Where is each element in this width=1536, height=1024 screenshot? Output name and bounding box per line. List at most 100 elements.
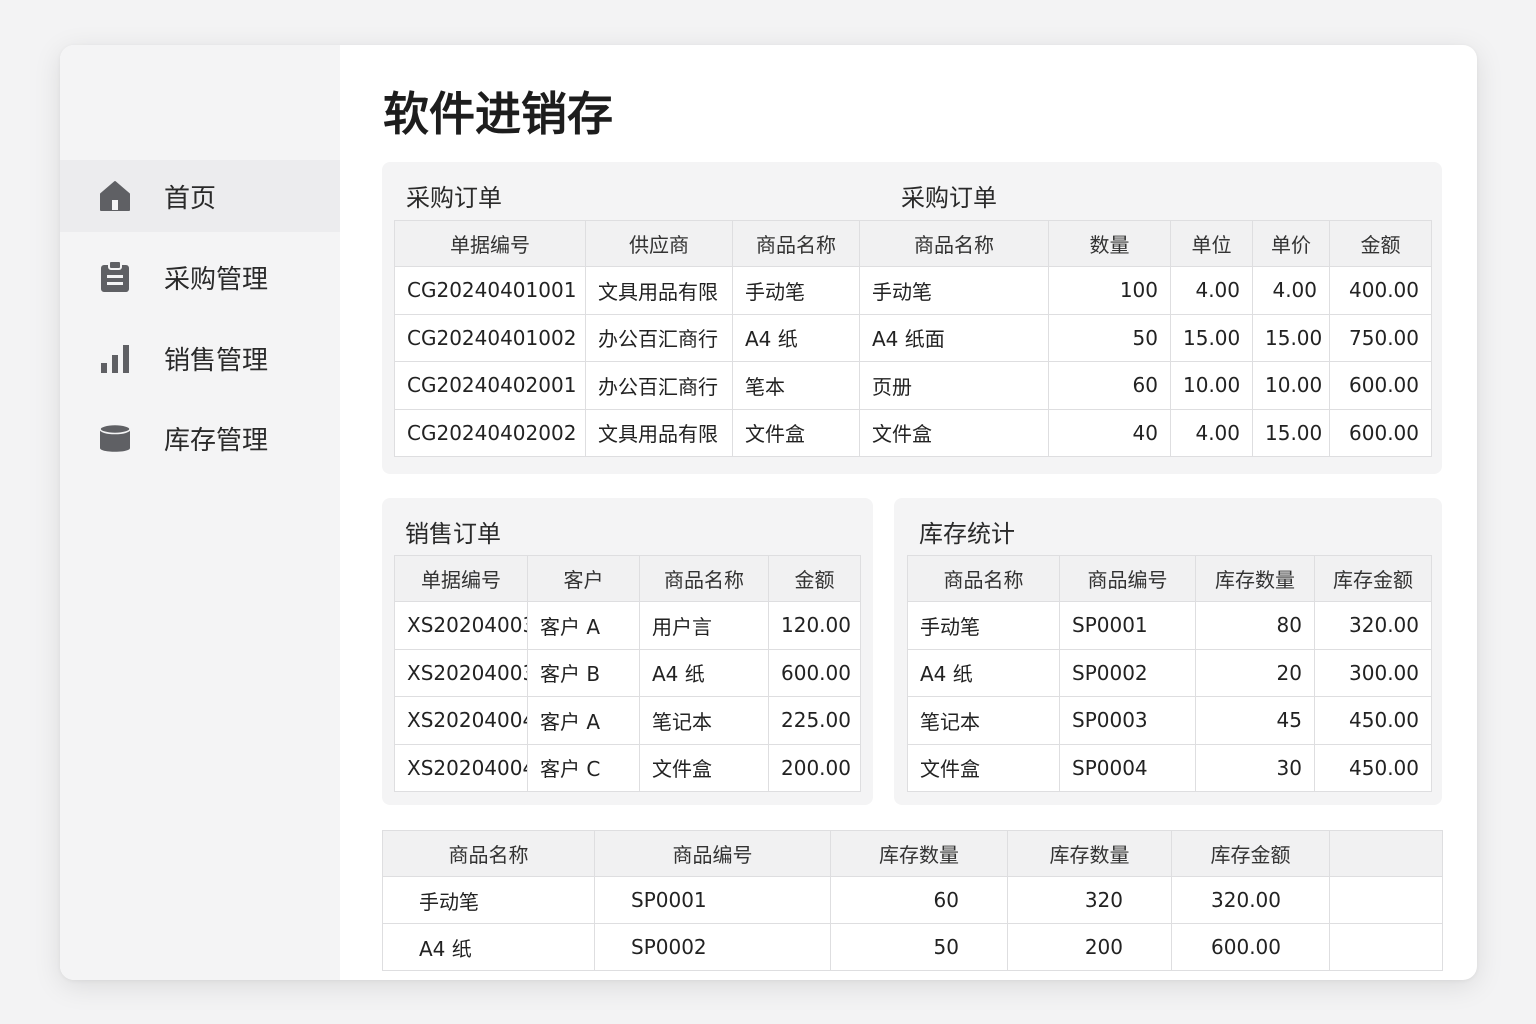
column-header[interactable]: 客户 <box>527 555 640 602</box>
panel-title: 采购订单 <box>406 184 502 212</box>
table-cell: 225.00 <box>768 696 861 745</box>
column-header[interactable]: 库存数量 <box>1007 830 1172 877</box>
column-header[interactable]: 单价 <box>1252 220 1330 267</box>
column-header[interactable]: 库存金额 <box>1314 555 1432 602</box>
table-cell: A4 纸 <box>639 648 769 697</box>
table-cell: 客户 C <box>527 743 640 792</box>
panel-subtitle: 采购订单 <box>901 184 997 212</box>
column-header[interactable]: 库存金额 <box>1171 830 1330 877</box>
table-row[interactable]: XS20204004002客户 C文件盒200.00 <box>394 743 861 792</box>
column-header[interactable]: 商品名称 <box>859 220 1049 267</box>
table-cell: 用户言 <box>639 601 769 650</box>
table-cell: XS20204004001 <box>394 696 528 745</box>
table-cell: 300.00 <box>1314 648 1432 697</box>
table-cell: 4.00 <box>1252 266 1330 315</box>
column-header[interactable]: 单位 <box>1170 220 1253 267</box>
table-cell: 4.00 <box>1170 266 1253 315</box>
sidebar-item-label: 采购管理 <box>164 264 269 295</box>
table-cell: 笔本 <box>732 361 860 410</box>
table-row[interactable]: XS20204004001客户 A笔记本225.00 <box>394 696 861 745</box>
table-header-row: 商品名称 商品编号 库存数量 库存金额 <box>907 555 1432 602</box>
table-row[interactable]: A4 纸 SP0002 50 200 600.00 <box>382 923 1443 971</box>
table-cell: 手动笔 <box>859 266 1049 315</box>
table-cell: XS20204003002 <box>394 648 528 697</box>
table-cell: 60 <box>830 876 1008 924</box>
table-row[interactable]: 手动笔 SP0001 80 320.00 <box>907 601 1432 650</box>
table-cell: 页册 <box>859 361 1049 410</box>
column-header[interactable]: 商品名称 <box>907 555 1060 602</box>
table-row[interactable]: CG20240402001 办公百汇商行 笔本 页册 60 10.00 10.00 600.0… <box>394 361 1432 410</box>
sales-orders-panel: 销售订单 单据编号客户商品名称金额XS20204003001客户 A用户言120… <box>382 498 873 805</box>
app-window: 首页 采购管理 销售管理 库存管理 软件进销存 采购订单 采购订单 单据编号 供应… <box>60 45 1477 980</box>
table-row[interactable]: CG20240402002 文具用品有限 文件盒 文件盒 40 4.00 15.00 600.… <box>394 408 1432 457</box>
table-cell: 60 <box>1048 361 1171 410</box>
table-cell: 客户 A <box>527 601 640 650</box>
sidebar-item-label: 销售管理 <box>164 345 269 376</box>
column-header[interactable]: 商品名称 <box>732 220 860 267</box>
table-cell: SP0003 <box>1059 696 1196 745</box>
table-cell: 4.00 <box>1170 408 1253 457</box>
table-cell: 文具用品有限 <box>585 266 733 315</box>
column-header[interactable] <box>1329 830 1443 877</box>
sidebar-item-purchase[interactable]: 采购管理 <box>60 241 340 313</box>
table-row[interactable]: 文件盒 SP0004 30 450.00 <box>907 743 1432 792</box>
table-cell: 600.00 <box>1329 408 1432 457</box>
column-header[interactable]: 库存数量 <box>1195 555 1315 602</box>
sidebar-item-inventory[interactable]: 库存管理 <box>60 402 340 474</box>
column-header[interactable]: 数量 <box>1048 220 1171 267</box>
table-cell: A4 纸 <box>382 923 595 971</box>
table-cell: A4 纸面 <box>859 313 1049 362</box>
table-cell: 40 <box>1048 408 1171 457</box>
column-header[interactable]: 供应商 <box>585 220 733 267</box>
sidebar-item-home[interactable]: 首页 <box>60 160 340 232</box>
table-cell: 文件盒 <box>639 743 769 792</box>
stock-stats-panel: 库存统计 商品名称 商品编号 库存数量 库存金额 手动笔 SP0001 80 320.00 A4… <box>894 498 1442 805</box>
column-header[interactable]: 金额 <box>768 555 861 602</box>
table-cell: SP0004 <box>1059 743 1196 792</box>
table-row[interactable]: CG20240401001 文具用品有限 手动笔 手动笔 100 4.00 4.00 400.… <box>394 266 1432 315</box>
table-cell: 400.00 <box>1329 266 1432 315</box>
table-row[interactable]: 笔记本 SP0003 45 450.00 <box>907 696 1432 745</box>
column-header[interactable]: 单据编号 <box>394 555 528 602</box>
table-row[interactable]: A4 纸 SP0002 20 300.00 <box>907 648 1432 697</box>
table-cell: 320.00 <box>1314 601 1432 650</box>
table-cell: 笔记本 <box>907 696 1060 745</box>
panel-title: 销售订单 <box>405 520 501 548</box>
table-row[interactable]: XS20204003002客户 BA4 纸600.00 <box>394 648 861 697</box>
table-cell: 30 <box>1195 743 1315 792</box>
table-cell: 笔记本 <box>639 696 769 745</box>
sales-table: 单据编号客户商品名称金额XS20204003001客户 A用户言120.00XS… <box>394 555 861 792</box>
column-header[interactable]: 商品编号 <box>594 830 831 877</box>
table-cell: 200 <box>1007 923 1172 971</box>
table-cell: 15.00 <box>1252 313 1330 362</box>
table-cell: 文具用品有限 <box>585 408 733 457</box>
column-header[interactable]: 商品编号 <box>1059 555 1196 602</box>
table-cell: SP0002 <box>594 923 831 971</box>
column-header[interactable]: 库存数量 <box>830 830 1008 877</box>
table-row[interactable]: XS20204003001客户 A用户言120.00 <box>394 601 861 650</box>
table-cell: 客户 A <box>527 696 640 745</box>
sidebar-item-sales[interactable]: 销售管理 <box>60 322 340 394</box>
table-row[interactable]: CG20240401002 办公百汇商行 A4 纸 A4 纸面 50 15.00 15.00… <box>394 313 1432 362</box>
table-cell: 客户 B <box>527 648 640 697</box>
table-cell: CG20240401002 <box>394 313 586 362</box>
column-header[interactable]: 商品名称 <box>382 830 595 877</box>
table-cell: 15.00 <box>1170 313 1253 362</box>
table-row[interactable]: 手动笔 SP0001 60 320 320.00 <box>382 876 1443 924</box>
bar-chart-icon <box>98 341 132 375</box>
table-cell: 50 <box>1048 313 1171 362</box>
table-cell: 450.00 <box>1314 696 1432 745</box>
sidebar-item-label: 首页 <box>164 183 217 214</box>
table-cell: 200.00 <box>768 743 861 792</box>
table-cell: 600.00 <box>768 648 861 697</box>
table-cell: 20 <box>1195 648 1315 697</box>
column-header[interactable]: 金额 <box>1329 220 1432 267</box>
table-cell <box>1329 876 1443 924</box>
table-cell: 100 <box>1048 266 1171 315</box>
panel-title: 库存统计 <box>919 520 1015 548</box>
table-cell: A4 纸 <box>907 648 1060 697</box>
column-header[interactable]: 单据编号 <box>394 220 586 267</box>
column-header[interactable]: 商品名称 <box>639 555 769 602</box>
page-title: 软件进销存 <box>383 87 613 141</box>
table-cell: 45 <box>1195 696 1315 745</box>
